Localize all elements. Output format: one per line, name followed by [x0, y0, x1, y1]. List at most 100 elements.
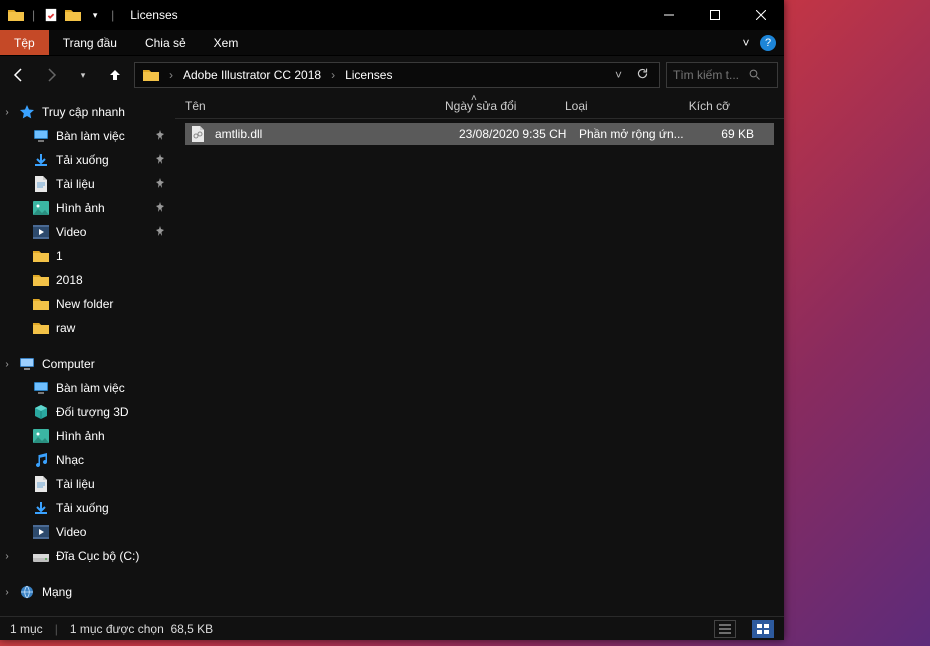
sidebar-item[interactable]: ›Video: [0, 520, 175, 544]
address-bar[interactable]: › Adobe Illustrator CC 2018 › Licenses ˅: [134, 62, 660, 88]
file-name: amtlib.dll: [215, 127, 459, 141]
pin-icon: [155, 130, 169, 143]
chevron-right-icon[interactable]: ›: [0, 107, 14, 118]
search-icon: [749, 69, 761, 81]
sidebar-item[interactable]: Tài liệu: [0, 172, 175, 196]
sidebar-item[interactable]: ›Tải xuống: [0, 496, 175, 520]
sidebar-quick-access[interactable]: › Truy cập nhanh: [0, 100, 175, 124]
minimize-button[interactable]: [646, 0, 692, 30]
dll-file-icon: [191, 126, 207, 142]
properties-icon[interactable]: [43, 7, 59, 23]
sidebar-item-label: Computer: [42, 357, 95, 371]
column-header-size[interactable]: Kích cỡ: [675, 94, 740, 118]
sidebar-item-label: Bàn làm việc: [56, 381, 125, 395]
sidebar-item[interactable]: New folder: [0, 292, 175, 316]
desktop-icon: [32, 127, 50, 145]
sidebar-item[interactable]: ›Nhạc: [0, 448, 175, 472]
desktop-icon: [32, 379, 50, 397]
sidebar-item[interactable]: 1: [0, 244, 175, 268]
recent-locations-button[interactable]: ▾: [70, 62, 96, 88]
chevron-right-icon[interactable]: ›: [0, 551, 14, 562]
sidebar-item[interactable]: Hình ảnh: [0, 196, 175, 220]
sidebar-item[interactable]: ›Bàn làm việc: [0, 376, 175, 400]
sidebar-item[interactable]: ›Đĩa Cục bộ (C:): [0, 544, 175, 568]
sidebar-item-label: Tải xuống: [56, 501, 109, 515]
search-input[interactable]: [673, 68, 743, 82]
sidebar-network[interactable]: › Mạng: [0, 580, 175, 604]
column-header-date[interactable]: Ngày sửa đổi: [435, 94, 555, 118]
sidebar-item[interactable]: Video: [0, 220, 175, 244]
ribbon-collapse-icon[interactable]: ˅: [732, 36, 760, 50]
file-row[interactable]: amtlib.dll23/08/2020 9:35 CHPhần mở rộng…: [185, 123, 774, 145]
sidebar-computer[interactable]: › Computer: [0, 352, 175, 376]
tab-view[interactable]: Xem: [200, 30, 253, 55]
up-button[interactable]: [102, 62, 128, 88]
file-date: 23/08/2020 9:35 CH: [459, 127, 579, 141]
sidebar-item-label: Hình ảnh: [56, 201, 105, 215]
sidebar-item-label: raw: [56, 321, 75, 335]
titlebar: | ▾ | Licenses: [0, 0, 784, 30]
chevron-right-icon[interactable]: ›: [0, 587, 14, 598]
sidebar-item[interactable]: ›Đối tượng 3D: [0, 400, 175, 424]
close-button[interactable]: [738, 0, 784, 30]
breadcrumb-item[interactable]: Adobe Illustrator CC 2018: [179, 68, 325, 82]
back-button[interactable]: [6, 62, 32, 88]
sidebar-item-label: New folder: [56, 297, 113, 311]
column-header-type[interactable]: Loại: [555, 94, 675, 118]
folder-icon: [32, 271, 50, 289]
sidebar-item-label: 2018: [56, 273, 83, 287]
file-type: Phần mở rộng ứn...: [579, 127, 699, 141]
document-icon: [32, 475, 50, 493]
document-icon: [32, 175, 50, 193]
folder-icon: [32, 247, 50, 265]
video-icon: [32, 523, 50, 541]
help-button[interactable]: ?: [760, 35, 776, 51]
sidebar-item-label: Mạng: [42, 585, 72, 599]
download-icon: [32, 499, 50, 517]
pin-icon: [155, 226, 169, 239]
status-selection: 1 mục được chọn 68,5 KB: [70, 622, 213, 636]
file-list[interactable]: amtlib.dll23/08/2020 9:35 CHPhần mở rộng…: [175, 119, 784, 616]
refresh-button[interactable]: [630, 67, 655, 83]
chevron-right-icon[interactable]: ›: [329, 68, 337, 82]
pin-icon: [155, 178, 169, 191]
sidebar-item-label: Truy cập nhanh: [42, 105, 125, 119]
pin-icon: [155, 202, 169, 215]
chevron-right-icon[interactable]: ›: [167, 68, 175, 82]
column-header-name[interactable]: Tên: [175, 94, 435, 118]
object3d-icon: [32, 403, 50, 421]
view-details-button[interactable]: [714, 620, 736, 638]
computer-group: › Computer ›Bàn làm việc›Đối tượng 3D›Hì…: [0, 352, 175, 568]
breadcrumb-root-icon[interactable]: [139, 68, 163, 82]
sidebar-item[interactable]: ›Tài liệu: [0, 472, 175, 496]
tab-file[interactable]: Tệp: [0, 30, 49, 55]
sidebar-item[interactable]: Bàn làm việc: [0, 124, 175, 148]
tab-home[interactable]: Trang đầu: [49, 30, 131, 55]
column-headers: Tên Ngày sửa đổi Loại Kích cỡ: [175, 94, 784, 119]
quick-access-toolbar: | ▾ |: [0, 7, 124, 23]
navigation-pane[interactable]: › Truy cập nhanh Bàn làm việc Tải xuống Tà…: [0, 94, 175, 616]
sidebar-item-label: Video: [56, 225, 86, 239]
sidebar-item[interactable]: raw: [0, 316, 175, 340]
sidebar-item[interactable]: 2018: [0, 268, 175, 292]
view-icons-button[interactable]: [752, 620, 774, 638]
sidebar-item-label: Bàn làm việc: [56, 129, 125, 143]
pin-icon: [155, 154, 169, 167]
window-title: Licenses: [124, 8, 183, 22]
sidebar-item[interactable]: ›Hình ảnh: [0, 424, 175, 448]
toolbar-dropdown-icon[interactable]: ▾: [87, 7, 103, 23]
sidebar-item-label: Tải xuống: [56, 153, 109, 167]
sidebar-item-label: Tài liệu: [56, 177, 95, 191]
chevron-right-icon[interactable]: ›: [0, 359, 14, 370]
toolbar-separator: |: [30, 8, 37, 22]
breadcrumb-item[interactable]: Licenses: [341, 68, 396, 82]
toolbar-separator: |: [109, 8, 116, 22]
address-dropdown-icon[interactable]: ˅: [611, 68, 626, 82]
drive-icon: [32, 547, 50, 565]
forward-button[interactable]: [38, 62, 64, 88]
download-icon: [32, 151, 50, 169]
maximize-button[interactable]: [692, 0, 738, 30]
tab-share[interactable]: Chia sẻ: [131, 30, 200, 55]
sidebar-item[interactable]: Tải xuống: [0, 148, 175, 172]
search-box[interactable]: [666, 62, 778, 88]
